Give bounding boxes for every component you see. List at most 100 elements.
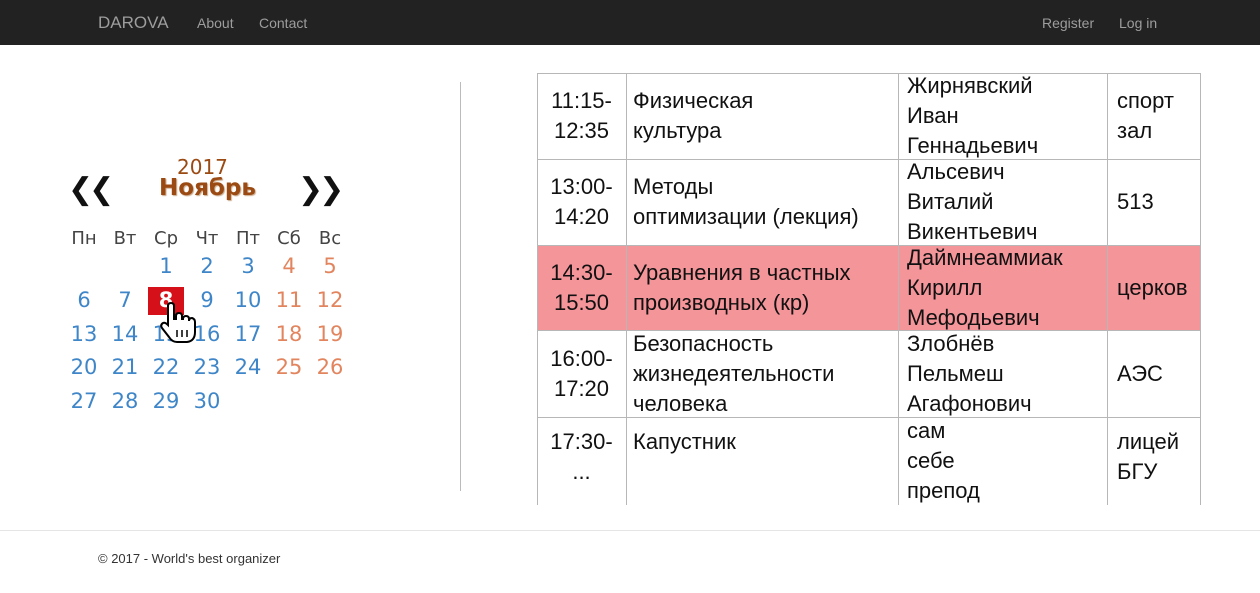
room-cell: 513 (1117, 159, 1201, 245)
calendar-day[interactable]: 10 (228, 288, 268, 312)
room-cell-line: 513 (1117, 189, 1154, 214)
next-month-icon[interactable]: ❯❯ (298, 172, 344, 207)
weekday-header: Сб (277, 228, 301, 249)
table-column-border (537, 73, 538, 505)
table-row-border (537, 245, 1201, 246)
prev-month-icon[interactable]: ❮❮ (68, 172, 114, 207)
subject-cell-line: культура (633, 118, 722, 143)
calendar-day[interactable]: 18 (269, 322, 309, 346)
teacher-cell-line: Жирнявский (907, 73, 1033, 98)
nav-login-link[interactable]: Log in (1119, 15, 1157, 31)
calendar-day[interactable]: 14 (105, 322, 145, 346)
teacher-cell: Злобнёв Пельмеш Агафонович (907, 330, 1107, 417)
subject-cell-line: Физическая (633, 88, 754, 113)
table-row-border (537, 73, 1201, 74)
calendar-day[interactable]: 4 (269, 254, 309, 278)
room-cell-line: спорт (1117, 88, 1174, 113)
room-cell: лицей БГУ (1117, 417, 1201, 505)
calendar-day[interactable]: 3 (228, 254, 268, 278)
room-cell: спорт зал (1117, 73, 1201, 159)
table-row-border (537, 330, 1201, 331)
calendar-day[interactable]: 11 (269, 288, 309, 312)
calendar-month: Ноябрь (159, 175, 256, 201)
time-cell-line: 13:00- (550, 174, 613, 199)
calendar-day[interactable]: 13 (64, 322, 104, 346)
brand-link[interactable]: DAROVA (98, 13, 169, 33)
weekday-header: Ср (154, 228, 178, 249)
calendar-day[interactable]: 1 (146, 254, 186, 278)
calendar-day[interactable]: 22 (146, 355, 186, 379)
subject-cell-line: производных (кр) (633, 289, 810, 315)
time-cell: 17:30-... (537, 417, 626, 505)
calendar-day[interactable]: 26 (310, 355, 350, 379)
calendar-day[interactable]: 12 (310, 288, 350, 312)
room-cell-line: лицей (1117, 429, 1180, 454)
room-cell-line: зал (1117, 118, 1153, 143)
navbar: DAROVA About Contact Register Log in (0, 0, 1260, 45)
time-cell-line: ... (572, 459, 591, 484)
calendar-day[interactable]: 23 (187, 355, 227, 379)
nav-register-link[interactable]: Register (1042, 15, 1094, 31)
teacher-cell-line: Кирилл (907, 274, 983, 300)
time-cell-line: 15:50 (553, 289, 610, 315)
table-column-border (898, 73, 899, 505)
schedule-row: 13:00- 14:20 Методы оптимизации (лекция) Аль… (537, 159, 1201, 245)
nav-contact-link[interactable]: Contact (259, 15, 307, 31)
calendar-day[interactable]: 25 (269, 355, 309, 379)
room-cell: церков (1117, 245, 1201, 330)
calendar-day[interactable]: 24 (228, 355, 268, 379)
calendar-day[interactable]: 20 (64, 355, 104, 379)
calendar-day[interactable]: 30 (187, 389, 227, 413)
teacher-cell-line: Пельмеш (907, 360, 1004, 386)
schedule-row: 16:00- 17:20 Безопасность жизнедеятельности… (537, 330, 1201, 417)
teacher-cell-line: Злобнёв (907, 330, 995, 356)
time-cell-line: 12:35 (553, 118, 610, 143)
weekday-header: Вт (113, 228, 137, 249)
teacher-cell-line: Иван (907, 103, 959, 128)
time-cell-line: 11:15- (551, 88, 612, 113)
subject-cell-line: оптимизации (лекция) (633, 204, 859, 229)
teacher-cell-line: Даймнеаммиак (907, 244, 1063, 270)
calendar-day[interactable]: 5 (310, 254, 350, 278)
subject-cell: Физическая культура (633, 73, 898, 159)
calendar-day[interactable]: 29 (146, 389, 186, 413)
room-cell: АЭС (1117, 330, 1201, 417)
table-column-border (626, 73, 627, 505)
calendar-day[interactable]: 7 (105, 288, 145, 312)
calendar-day[interactable]: 28 (105, 389, 145, 413)
schedule-table: 11:15- 12:35 Физическая культура Жирнявский И… (537, 73, 1201, 505)
calendar-day[interactable]: 17 (228, 322, 268, 346)
nav-about-link[interactable]: About (197, 15, 234, 31)
calendar-day[interactable]: 2 (187, 254, 227, 278)
footer-copyright: © 2017 - World's best organizer (98, 551, 281, 566)
subject-cell: Капустник (633, 417, 898, 505)
room-cell-line: церков (1117, 274, 1188, 300)
subject-cell-line: Капустник (633, 429, 736, 454)
subject-cell: Методы оптимизации (лекция) (633, 159, 898, 245)
room-cell-line: БГУ (1117, 459, 1158, 484)
subject-cell: Уравнения в частных производных (кр) (633, 245, 898, 330)
room-cell-line: АЭС (1117, 360, 1163, 386)
teacher-cell: сам себе препод (907, 417, 1107, 505)
subject-cell-line: Уравнения в частных (633, 259, 851, 285)
table-row-border (537, 159, 1201, 160)
time-cell: 11:15- 12:35 (537, 73, 626, 159)
calendar-day[interactable]: 19 (310, 322, 350, 346)
teacher-cell: Жирнявский Иван Геннадьевич (907, 73, 1107, 159)
schedule-row-highlighted: 14:30- 15:50 Уравнения в частных производны… (537, 245, 1201, 330)
time-cell: 14:30- 15:50 (537, 245, 626, 330)
calendar-day[interactable]: 27 (64, 389, 104, 413)
teacher-cell-line: Альсевич (907, 159, 1005, 184)
calendar-day[interactable]: 6 (64, 288, 104, 312)
teacher-cell-line: себе (907, 448, 955, 473)
teacher-cell-line: сам (907, 418, 946, 443)
time-cell-line: 17:30- (550, 429, 613, 454)
time-cell-line: 17:20 (553, 375, 610, 401)
calendar-day[interactable]: 21 (105, 355, 145, 379)
subject-cell-line: жизнедеятельности (633, 360, 835, 386)
schedule-row: 17:30-... Капустник сам себе препод лицей БГУ (537, 417, 1201, 505)
teacher-cell: Альсевич Виталий Викентьевич (907, 159, 1107, 245)
teacher-cell: Даймнеаммиак Кирилл Мефодьевич (907, 245, 1107, 330)
time-cell: 13:00- 14:20 (537, 159, 626, 245)
weekday-header: Пн (71, 228, 97, 249)
